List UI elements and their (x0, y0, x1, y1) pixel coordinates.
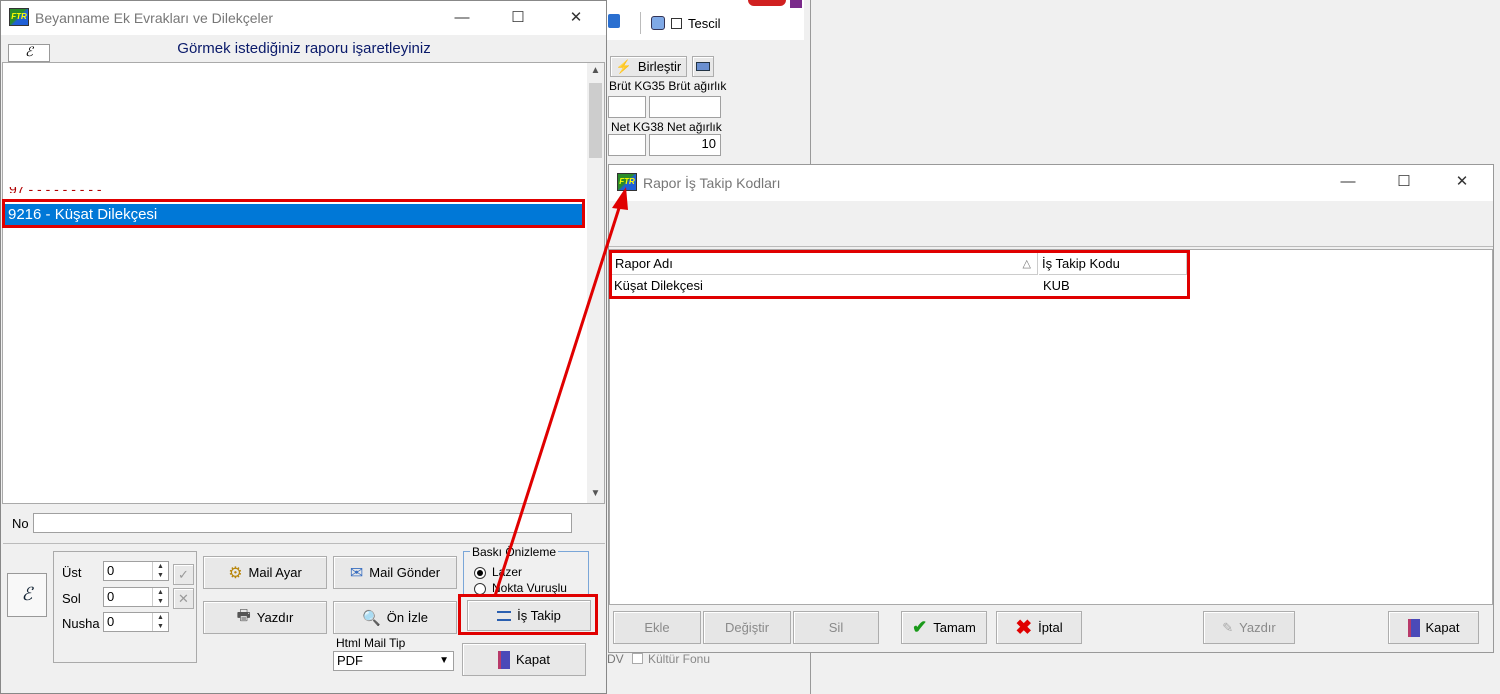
annotation-arrow (493, 187, 628, 597)
arrow-head-icon (612, 187, 628, 210)
arrow-line (493, 204, 622, 597)
